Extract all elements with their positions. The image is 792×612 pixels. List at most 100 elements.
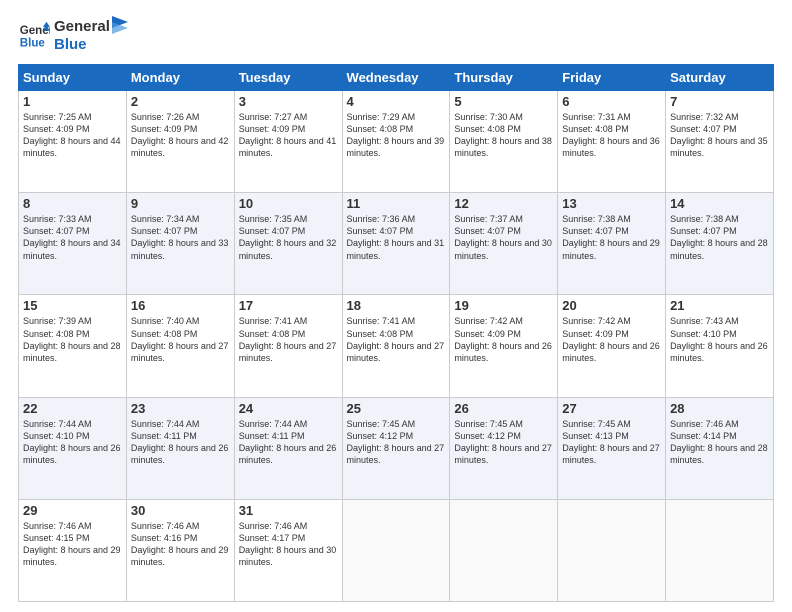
sunrise-text: Sunrise: 7:41 AM [347,315,446,327]
cell-info: Sunrise: 7:44 AMSunset: 4:11 PMDaylight:… [131,418,230,467]
day-number: 24 [239,401,338,416]
sunset-text: Sunset: 4:07 PM [131,225,230,237]
cell-info: Sunrise: 7:35 AMSunset: 4:07 PMDaylight:… [239,213,338,262]
sunrise-text: Sunrise: 7:46 AM [239,520,338,532]
sunset-text: Sunset: 4:12 PM [454,430,553,442]
daylight-text: Daylight: 8 hours and 26 minutes. [670,340,769,364]
calendar-cell: 31 Sunrise: 7:46 AMSunset: 4:17 PMDayligh… [234,499,342,601]
day-number: 4 [347,94,446,109]
sunset-text: Sunset: 4:12 PM [347,430,446,442]
day-number: 18 [347,298,446,313]
calendar-cell [450,499,558,601]
sunset-text: Sunset: 4:08 PM [562,123,661,135]
calendar-cell: 16 Sunrise: 7:40 AMSunset: 4:08 PMDayligh… [126,295,234,397]
cell-info: Sunrise: 7:45 AMSunset: 4:12 PMDaylight:… [454,418,553,467]
sunrise-text: Sunrise: 7:26 AM [131,111,230,123]
sunset-text: Sunset: 4:07 PM [670,123,769,135]
sunrise-text: Sunrise: 7:38 AM [670,213,769,225]
sunrise-text: Sunrise: 7:30 AM [454,111,553,123]
sunrise-text: Sunrise: 7:44 AM [239,418,338,430]
sunrise-text: Sunrise: 7:36 AM [347,213,446,225]
sunset-text: Sunset: 4:07 PM [347,225,446,237]
calendar-cell: 5 Sunrise: 7:30 AMSunset: 4:08 PMDaylight… [450,91,558,193]
cell-info: Sunrise: 7:27 AMSunset: 4:09 PMDaylight:… [239,111,338,160]
daylight-text: Daylight: 8 hours and 39 minutes. [347,135,446,159]
sunrise-text: Sunrise: 7:44 AM [131,418,230,430]
day-number: 27 [562,401,661,416]
cell-info: Sunrise: 7:41 AMSunset: 4:08 PMDaylight:… [347,315,446,364]
calendar-week-2: 8Sunrise: 7:33 AMSunset: 4:07 PMDaylight… [19,193,774,295]
day-number: 7 [670,94,769,109]
cell-info: Sunrise: 7:41 AMSunset: 4:08 PMDaylight:… [239,315,338,364]
logo-blue: Blue [54,36,110,54]
calendar-cell: 19Sunrise: 7:42 AMSunset: 4:09 PMDayligh… [450,295,558,397]
sunset-text: Sunset: 4:08 PM [347,123,446,135]
sunset-text: Sunset: 4:08 PM [239,328,338,340]
calendar-week-1: 1 Sunrise: 7:25 AMSunset: 4:09 PMDaylight… [19,91,774,193]
calendar-cell: 11Sunrise: 7:36 AMSunset: 4:07 PMDayligh… [342,193,450,295]
day-number: 3 [239,94,338,109]
day-number: 16 [131,298,230,313]
day-number: 9 [131,196,230,211]
cell-info: Sunrise: 7:46 AMSunset: 4:17 PMDaylight:… [239,520,338,569]
calendar-cell [666,499,774,601]
sunrise-text: Sunrise: 7:46 AM [670,418,769,430]
sunrise-text: Sunrise: 7:29 AM [347,111,446,123]
weekday-header-sunday: Sunday [19,65,127,91]
cell-info: Sunrise: 7:45 AMSunset: 4:13 PMDaylight:… [562,418,661,467]
sunrise-text: Sunrise: 7:40 AM [131,315,230,327]
weekday-header-tuesday: Tuesday [234,65,342,91]
calendar-cell: 22Sunrise: 7:44 AMSunset: 4:10 PMDayligh… [19,397,127,499]
sunrise-text: Sunrise: 7:38 AM [562,213,661,225]
svg-text:Blue: Blue [20,38,46,50]
sunset-text: Sunset: 4:13 PM [562,430,661,442]
cell-info: Sunrise: 7:42 AMSunset: 4:09 PMDaylight:… [562,315,661,364]
calendar-cell: 3 Sunrise: 7:27 AMSunset: 4:09 PMDaylight… [234,91,342,193]
sunrise-text: Sunrise: 7:31 AM [562,111,661,123]
sunset-text: Sunset: 4:07 PM [239,225,338,237]
daylight-text: Daylight: 8 hours and 38 minutes. [454,135,553,159]
logo: General Blue General Blue [18,18,130,54]
cell-info: Sunrise: 7:43 AMSunset: 4:10 PMDaylight:… [670,315,769,364]
day-number: 17 [239,298,338,313]
sunset-text: Sunset: 4:08 PM [131,328,230,340]
daylight-text: Daylight: 8 hours and 44 minutes. [23,135,122,159]
cell-info: Sunrise: 7:38 AMSunset: 4:07 PMDaylight:… [670,213,769,262]
sunrise-text: Sunrise: 7:39 AM [23,315,122,327]
sunset-text: Sunset: 4:08 PM [23,328,122,340]
cell-info: Sunrise: 7:46 AMSunset: 4:14 PMDaylight:… [670,418,769,467]
cell-info: Sunrise: 7:36 AMSunset: 4:07 PMDaylight:… [347,213,446,262]
logo-flag-icon [110,16,130,44]
day-number: 5 [454,94,553,109]
calendar-cell: 24Sunrise: 7:44 AMSunset: 4:11 PMDayligh… [234,397,342,499]
header: General Blue General Blue [18,18,774,54]
sunset-text: Sunset: 4:10 PM [23,430,122,442]
day-number: 6 [562,94,661,109]
cell-info: Sunrise: 7:40 AMSunset: 4:08 PMDaylight:… [131,315,230,364]
calendar-cell: 18 Sunrise: 7:41 AMSunset: 4:08 PMDayligh… [342,295,450,397]
sunrise-text: Sunrise: 7:45 AM [347,418,446,430]
day-number: 26 [454,401,553,416]
cell-info: Sunrise: 7:34 AMSunset: 4:07 PMDaylight:… [131,213,230,262]
daylight-text: Daylight: 8 hours and 28 minutes. [670,442,769,466]
sunrise-text: Sunrise: 7:41 AM [239,315,338,327]
cell-info: Sunrise: 7:33 AMSunset: 4:07 PMDaylight:… [23,213,122,262]
day-number: 31 [239,503,338,518]
sunset-text: Sunset: 4:08 PM [454,123,553,135]
daylight-text: Daylight: 8 hours and 33 minutes. [131,237,230,261]
day-number: 23 [131,401,230,416]
sunrise-text: Sunrise: 7:43 AM [670,315,769,327]
calendar-cell: 8Sunrise: 7:33 AMSunset: 4:07 PMDaylight… [19,193,127,295]
daylight-text: Daylight: 8 hours and 30 minutes. [239,544,338,568]
daylight-text: Daylight: 8 hours and 29 minutes. [562,237,661,261]
daylight-text: Daylight: 8 hours and 32 minutes. [239,237,338,261]
sunrise-text: Sunrise: 7:46 AM [131,520,230,532]
calendar-cell: 20Sunrise: 7:42 AMSunset: 4:09 PMDayligh… [558,295,666,397]
logo-icon: General Blue [18,20,50,52]
day-number: 15 [23,298,122,313]
cell-info: Sunrise: 7:25 AMSunset: 4:09 PMDaylight:… [23,111,122,160]
calendar-cell: 26 Sunrise: 7:45 AMSunset: 4:12 PMDayligh… [450,397,558,499]
day-number: 1 [23,94,122,109]
cell-info: Sunrise: 7:30 AMSunset: 4:08 PMDaylight:… [454,111,553,160]
daylight-text: Daylight: 8 hours and 36 minutes. [562,135,661,159]
